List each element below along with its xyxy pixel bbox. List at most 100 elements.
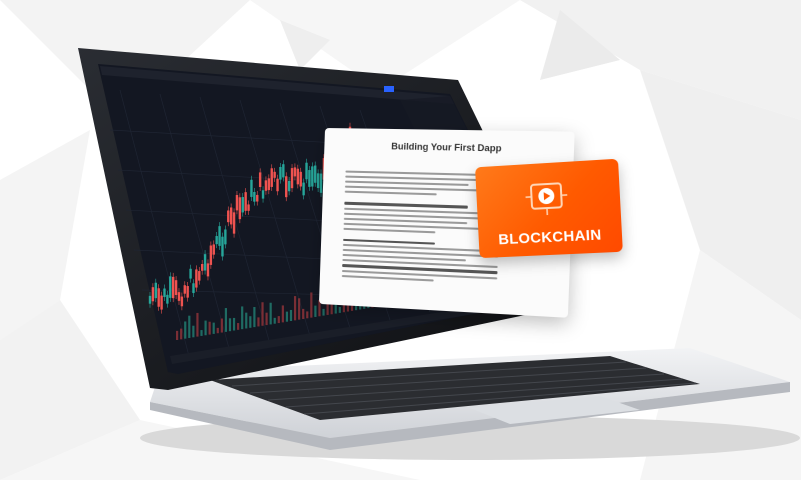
candle-body (311, 166, 314, 187)
blockchain-badge: BLOCKCHAIN (475, 158, 623, 259)
candle-body (209, 245, 213, 265)
candle-body (299, 171, 302, 187)
volume-bar (277, 316, 280, 324)
candle-body (183, 285, 186, 294)
volume-bar (285, 311, 289, 322)
candle-body (264, 180, 268, 191)
candle-body (308, 170, 311, 187)
candle-body (282, 164, 285, 178)
volume-bar (322, 308, 325, 316)
volume-bar (265, 312, 268, 326)
candle-body (195, 269, 198, 288)
candle-body (305, 162, 308, 180)
candle-body (169, 276, 172, 298)
volume-bar (273, 317, 276, 324)
candle-body (224, 229, 227, 245)
volume-bar (261, 302, 264, 326)
volume-bar (241, 306, 244, 330)
volume-bar (314, 305, 317, 317)
volume-bar (249, 316, 252, 328)
candle-body (258, 172, 262, 188)
candle-body (270, 168, 273, 187)
candle-body (189, 268, 192, 279)
volume-bar (208, 321, 211, 335)
volume-bar (212, 322, 215, 334)
candle-body (256, 194, 259, 202)
candle-body (218, 226, 221, 246)
candle-body (244, 192, 247, 211)
candle-body (186, 286, 189, 298)
volume-bar (176, 330, 179, 340)
candle-body (166, 294, 169, 304)
candle-body (229, 207, 233, 225)
candle-body (154, 282, 157, 299)
candle-body (285, 176, 288, 198)
volume-bar (232, 317, 236, 331)
volume-bar (196, 312, 199, 337)
volume-bar (188, 315, 191, 338)
volume-bar (220, 318, 223, 333)
candle-body (148, 295, 152, 304)
candle-body (203, 254, 207, 271)
volume-bar (281, 305, 284, 323)
volume-bar (237, 323, 240, 330)
candle-body (290, 168, 294, 189)
candle-body (180, 296, 184, 307)
candle-body (247, 204, 250, 211)
volume-bar (180, 328, 183, 340)
play-icon (525, 180, 568, 216)
candle-body (261, 190, 265, 199)
volume-bar (200, 330, 203, 336)
candle-body (314, 165, 317, 183)
volume-bar (253, 307, 256, 328)
candle-body (238, 197, 242, 220)
candle-body (241, 197, 244, 213)
candle-body (212, 244, 215, 255)
candle-body (250, 179, 253, 197)
volume-bar (192, 325, 195, 338)
candle-body (221, 236, 224, 257)
volume-bar (228, 318, 232, 332)
volume-bar (310, 292, 313, 318)
candle-body (267, 178, 271, 191)
volume-bar (204, 320, 207, 336)
candle-body (232, 212, 236, 234)
candle-body (200, 264, 204, 271)
volume-bar (293, 296, 297, 321)
candle-body (174, 280, 178, 295)
candle-body (206, 263, 210, 277)
volume-bar (184, 321, 187, 339)
volume-bar (216, 327, 219, 334)
candle-body (157, 288, 160, 307)
volume-bar (302, 308, 305, 319)
volume-bar (269, 302, 272, 325)
candle-body (253, 191, 256, 202)
candle-body (192, 283, 195, 294)
candle-body (273, 171, 276, 178)
volume-bar (257, 317, 260, 327)
candle-body (302, 182, 305, 196)
candle-body (276, 178, 279, 192)
candle-body (177, 292, 181, 301)
candle-body (215, 236, 218, 245)
volume-bar (298, 298, 301, 320)
candle-body (171, 276, 175, 299)
candle-body (235, 195, 239, 211)
candle-body (227, 210, 230, 223)
candle-body (279, 166, 282, 180)
toolbar-button (384, 86, 394, 92)
candle-body (163, 288, 166, 298)
volume-bar (224, 308, 228, 332)
volume-bar (306, 311, 309, 319)
candle-body (160, 295, 163, 310)
candle-body (319, 173, 323, 193)
candle-body (316, 173, 320, 189)
volume-bar (338, 306, 341, 313)
candle-body (296, 168, 300, 185)
candle-body (198, 271, 201, 281)
volume-bar (245, 312, 248, 329)
candle-body (287, 180, 291, 192)
volume-bar (289, 309, 293, 322)
badge-label: BLOCKCHAIN (497, 226, 602, 249)
candle-body (151, 287, 155, 302)
